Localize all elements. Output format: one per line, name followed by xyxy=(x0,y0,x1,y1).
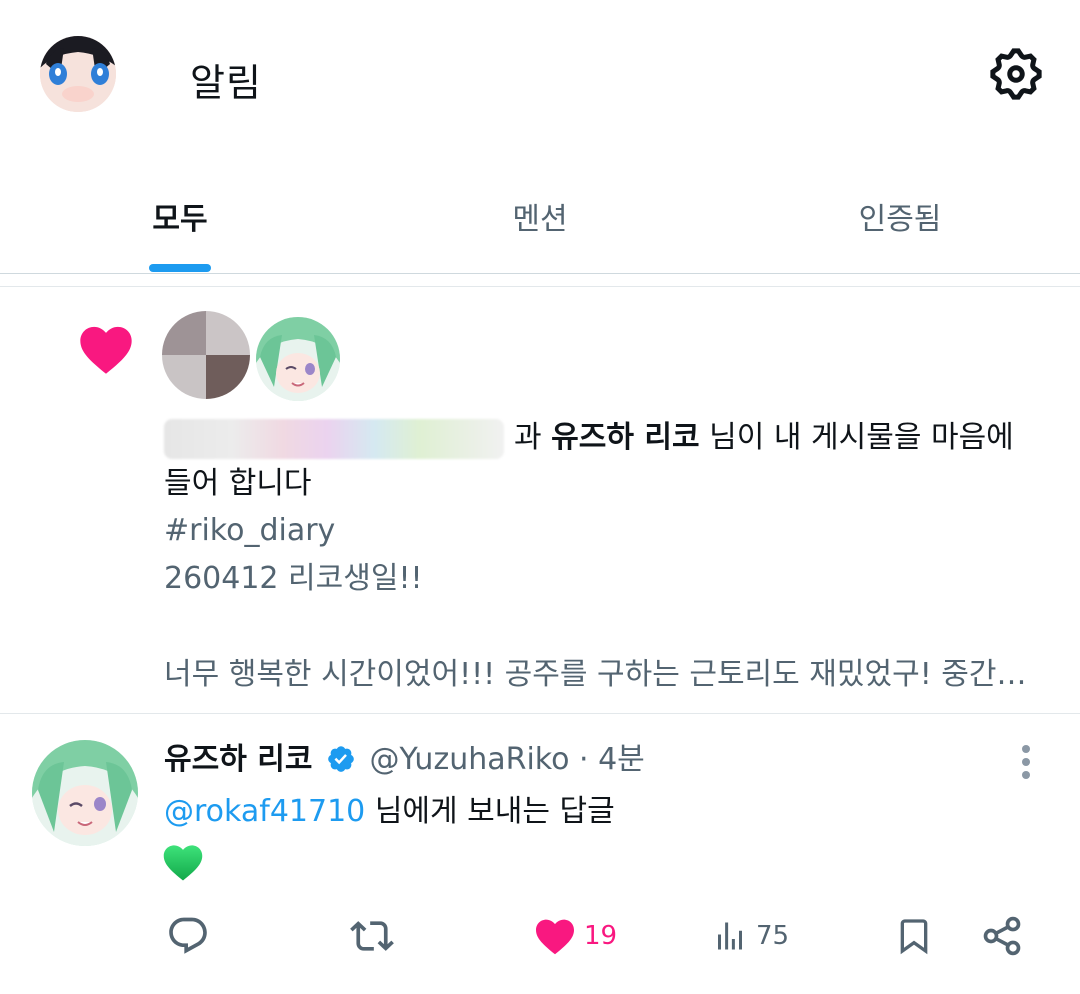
verified-badge-icon xyxy=(326,744,356,774)
mention-link[interactable]: @rokaf41710 xyxy=(164,794,365,829)
reply-author-handle[interactable]: @YuzuhaRiko xyxy=(370,742,570,777)
post-line: #riko_diary xyxy=(164,513,336,548)
liker-avatar[interactable] xyxy=(256,317,340,401)
divider xyxy=(0,273,1080,274)
blurred-username xyxy=(164,418,504,459)
tab-verified[interactable]: 인증됨 xyxy=(720,168,1080,274)
reply-author-name[interactable]: 유즈하 리코 xyxy=(164,742,312,777)
view-count: 75 xyxy=(756,921,790,951)
retweet-button[interactable] xyxy=(348,910,396,962)
heart-icon xyxy=(78,323,134,375)
reply-author-avatar[interactable] xyxy=(32,740,138,846)
tab-mentions[interactable]: 멘션 xyxy=(360,168,720,274)
bookmark-icon xyxy=(894,914,934,958)
tab-all[interactable]: 모두 xyxy=(0,168,360,274)
like-count: 19 xyxy=(584,921,618,951)
reply-timestamp[interactable]: 4분 xyxy=(598,742,645,777)
active-tab-indicator xyxy=(149,264,211,272)
views-icon xyxy=(712,918,748,954)
connector-text: 과 xyxy=(514,420,542,455)
comment-icon xyxy=(166,914,210,958)
reply-tweet[interactable]: 유즈하 리코 @YuzuhaRiko · 4분 @rokaf41710 님에게 … xyxy=(0,714,1080,994)
post-line: 260412 리코생일!! xyxy=(164,561,423,596)
liker-avatar[interactable] xyxy=(162,311,250,399)
heart-icon xyxy=(534,917,576,955)
retweet-icon xyxy=(348,914,396,958)
share-icon xyxy=(980,914,1024,958)
like-button[interactable]: 19 xyxy=(534,910,617,962)
liked-post-preview[interactable]: #riko_diary 260412 리코생일!! 너무 행복한 시간이었어!!… xyxy=(164,507,1054,699)
replying-to-text: 님에게 보내는 답글 xyxy=(374,794,615,829)
replying-to-line: @rokaf41710 님에게 보내는 답글 xyxy=(164,792,615,832)
notification-message-cont: 들어 합니다 xyxy=(164,466,312,501)
more-icon[interactable] xyxy=(1012,744,1040,780)
tweet-actions: 19 75 xyxy=(0,910,1080,962)
page-title: 알림 xyxy=(190,61,262,105)
notification-text: 과 유즈하 리코 님이 내 게시물을 마음에 들어 합니다 xyxy=(164,415,1044,507)
profile-avatar[interactable] xyxy=(40,36,116,112)
separator-dot: · xyxy=(579,742,589,777)
views-button[interactable]: 75 xyxy=(712,910,789,962)
bookmark-button[interactable] xyxy=(894,910,934,962)
notification-message: 님이 내 게시물을 마음에 xyxy=(709,420,1014,455)
reply-button[interactable] xyxy=(166,910,210,962)
named-user[interactable]: 유즈하 리코 xyxy=(551,420,699,455)
share-button[interactable] xyxy=(980,910,1024,962)
tab-bar: 모두 멘션 인증됨 xyxy=(0,168,1080,274)
like-notification[interactable]: 과 유즈하 리코 님이 내 게시물을 마음에 들어 합니다 #riko_diar… xyxy=(0,287,1080,713)
header: 알림 xyxy=(0,0,1080,150)
post-line xyxy=(164,603,1054,651)
gear-icon[interactable] xyxy=(986,44,1046,104)
reply-header: 유즈하 리코 @YuzuhaRiko · 4분 xyxy=(164,740,645,780)
post-line: 너무 행복한 시간이었어!!! 공주를 구하는 근토리도 재밌었구! 중간에 … xyxy=(164,657,1054,692)
green-heart-emoji xyxy=(162,842,204,882)
